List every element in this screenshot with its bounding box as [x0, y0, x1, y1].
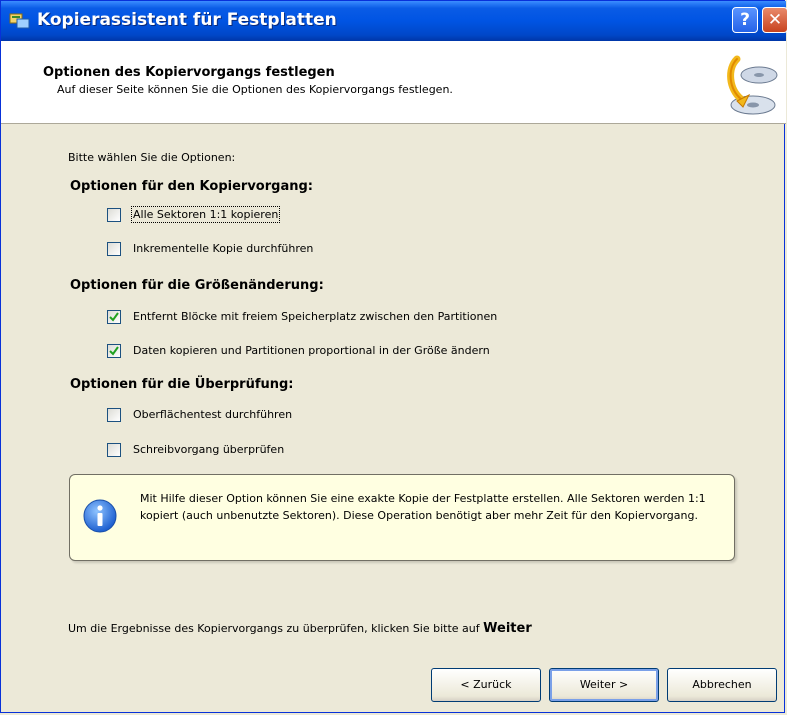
- option-label: Schreibvorgang überprüfen: [133, 443, 285, 456]
- checkbox-incremental-copy[interactable]: [107, 242, 121, 256]
- info-icon: [83, 499, 117, 533]
- info-text: Mit Hilfe dieser Option können Sie eine …: [140, 492, 706, 522]
- group-title-resize: Optionen für die Größenänderung:: [70, 278, 324, 293]
- option-label: Inkrementelle Kopie durchführen: [133, 242, 314, 255]
- checkbox-remove-free-blocks[interactable]: [107, 310, 121, 324]
- option-label: Oberflächentest durchführen: [133, 408, 293, 421]
- options-prompt: Bitte wählen Sie die Optionen:: [68, 151, 236, 164]
- checkmark-icon: [109, 346, 119, 356]
- checkbox-sector-copy[interactable]: [107, 208, 121, 222]
- checkbox-surface-test[interactable]: [107, 408, 121, 422]
- footer-hint-text: Um die Ergebnisse des Kopiervorgangs zu …: [68, 622, 480, 635]
- group-title-verify: Optionen für die Überprüfung:: [70, 377, 294, 392]
- cancel-button[interactable]: Abbrechen: [667, 668, 777, 702]
- next-button[interactable]: Weiter >: [549, 668, 659, 702]
- wizard-header: Optionen des Kopiervorgangs festlegen Au…: [1, 41, 786, 124]
- wizard-window: Kopierassistent für Festplatten ? ✕ Opti…: [0, 0, 787, 713]
- group-title-copy: Optionen für den Kopiervorgang:: [70, 179, 313, 194]
- close-button[interactable]: ✕: [762, 7, 787, 33]
- header-title: Optionen des Kopiervorgangs festlegen: [43, 65, 335, 80]
- disk-copy-icon: [727, 55, 778, 115]
- footer-hint-bold: Weiter: [483, 621, 532, 636]
- window-title: Kopierassistent für Festplatten: [37, 10, 337, 30]
- back-button[interactable]: < Zurück: [431, 668, 541, 702]
- footer-hint: Um die Ergebnisse des Kopiervorgangs zu …: [68, 621, 532, 636]
- header-subtitle: Auf dieser Seite können Sie die Optionen…: [57, 83, 453, 96]
- info-box: Mit Hilfe dieser Option können Sie eine …: [69, 474, 735, 561]
- help-button[interactable]: ?: [732, 7, 758, 33]
- checkbox-verify-write[interactable]: [107, 443, 121, 457]
- checkmark-icon: [109, 312, 119, 322]
- title-bar[interactable]: Kopierassistent für Festplatten ? ✕: [1, 1, 787, 41]
- option-label: Alle Sektoren 1:1 kopieren: [130, 206, 281, 223]
- option-label: Entfernt Blöcke mit freiem Speicherplatz…: [133, 310, 498, 323]
- checkbox-proportional-resize[interactable]: [107, 344, 121, 358]
- option-label: Daten kopieren und Partitionen proportio…: [133, 344, 490, 357]
- app-icon: [9, 13, 30, 29]
